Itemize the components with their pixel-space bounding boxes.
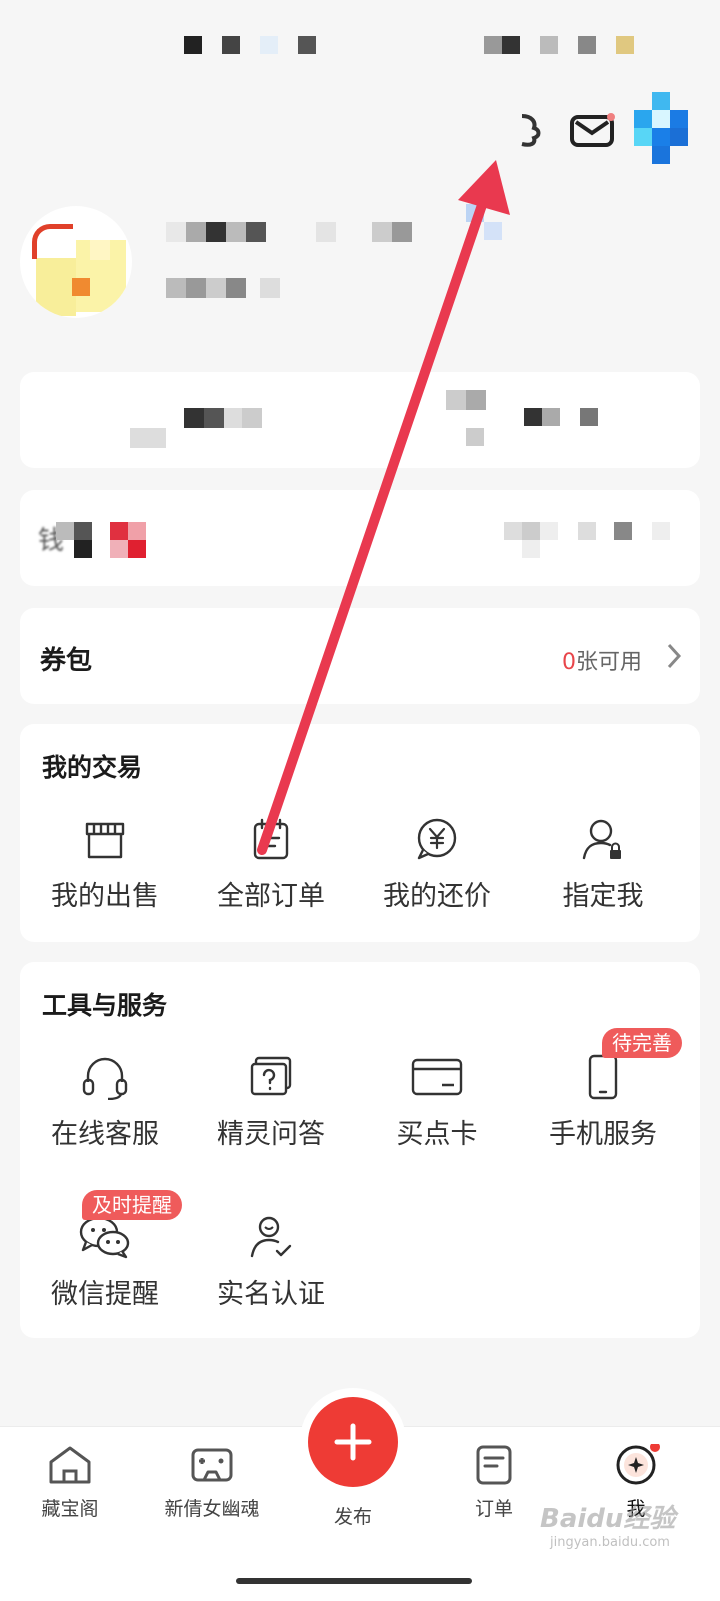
tab-game[interactable]: 新倩女幽魂 [142, 1444, 282, 1521]
gamepad-icon [142, 1444, 282, 1490]
home-icon [0, 1444, 140, 1490]
publish-label: 发布 [333, 1506, 372, 1528]
annotation-arrow-icon [257, 160, 510, 855]
watermark-url: jingyan.baidu.com [550, 1535, 670, 1550]
watermark-brand: Baidu经验 [540, 1504, 676, 1534]
watermark: Baidu经验 jingyan.baidu.com [540, 1498, 720, 1550]
order-icon [424, 1444, 564, 1490]
tab-label: 藏宝阁 [41, 1498, 99, 1520]
publish-button[interactable] [308, 1397, 398, 1487]
home-indicator [236, 1578, 472, 1584]
tab-home[interactable]: 藏宝阁 [0, 1444, 140, 1521]
tab-label: 新倩女幽魂 [164, 1498, 260, 1520]
me-icon [566, 1442, 706, 1490]
plus-icon [333, 1422, 373, 1466]
